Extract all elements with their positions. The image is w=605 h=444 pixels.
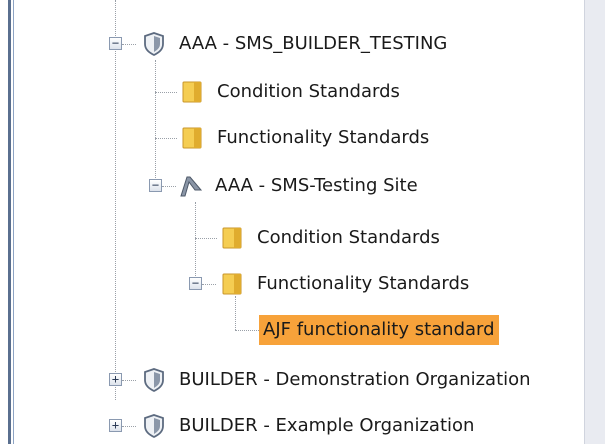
tree-line: [122, 426, 136, 427]
tree-node-label: AAA - SMS_BUILDER_TESTING: [179, 33, 448, 54]
tree-node-label: BUILDER - Example Organization: [179, 415, 475, 436]
tree-line: [155, 138, 177, 139]
folder-icon: [222, 227, 242, 249]
tree-view[interactable]: − AAA - SMS_BUILDER_TESTING Condition St…: [0, 0, 585, 444]
folder-icon: [222, 273, 242, 295]
folder-icon: [182, 127, 202, 149]
tree-node-label-selected: AJF functionality standard: [259, 315, 499, 345]
tree-node-label: Functionality Standards: [217, 127, 430, 148]
shield-icon: [144, 414, 164, 438]
tree-node-label: Functionality Standards: [257, 273, 470, 294]
tree-node-label: AAA - SMS-Testing Site: [215, 175, 418, 196]
tree-node-label: Condition Standards: [257, 227, 440, 248]
folder-icon: [182, 81, 202, 103]
site-icon: [180, 176, 203, 197]
tree-line: [235, 330, 261, 331]
tree-node-label: BUILDER - Demonstration Organization: [179, 369, 531, 390]
collapse-icon[interactable]: −: [149, 179, 162, 192]
tree-node-label: Condition Standards: [217, 81, 400, 102]
tree-line: [155, 92, 177, 93]
tree-line: [122, 380, 136, 381]
vertical-scrollbar[interactable]: [584, 0, 605, 444]
expand-icon[interactable]: +: [109, 419, 122, 432]
tree-line: [195, 202, 196, 286]
tree-line: [162, 186, 176, 187]
tree-line: [235, 296, 236, 330]
tree-line: [122, 44, 136, 45]
tree-line: [195, 238, 217, 239]
expand-icon[interactable]: +: [109, 373, 122, 386]
collapse-icon[interactable]: −: [189, 277, 202, 290]
tree-line: [115, 0, 116, 400]
collapse-icon[interactable]: −: [109, 37, 122, 50]
tree-line: [155, 60, 156, 190]
shield-icon: [144, 368, 164, 392]
shield-icon: [144, 32, 164, 56]
tree-line: [202, 284, 216, 285]
